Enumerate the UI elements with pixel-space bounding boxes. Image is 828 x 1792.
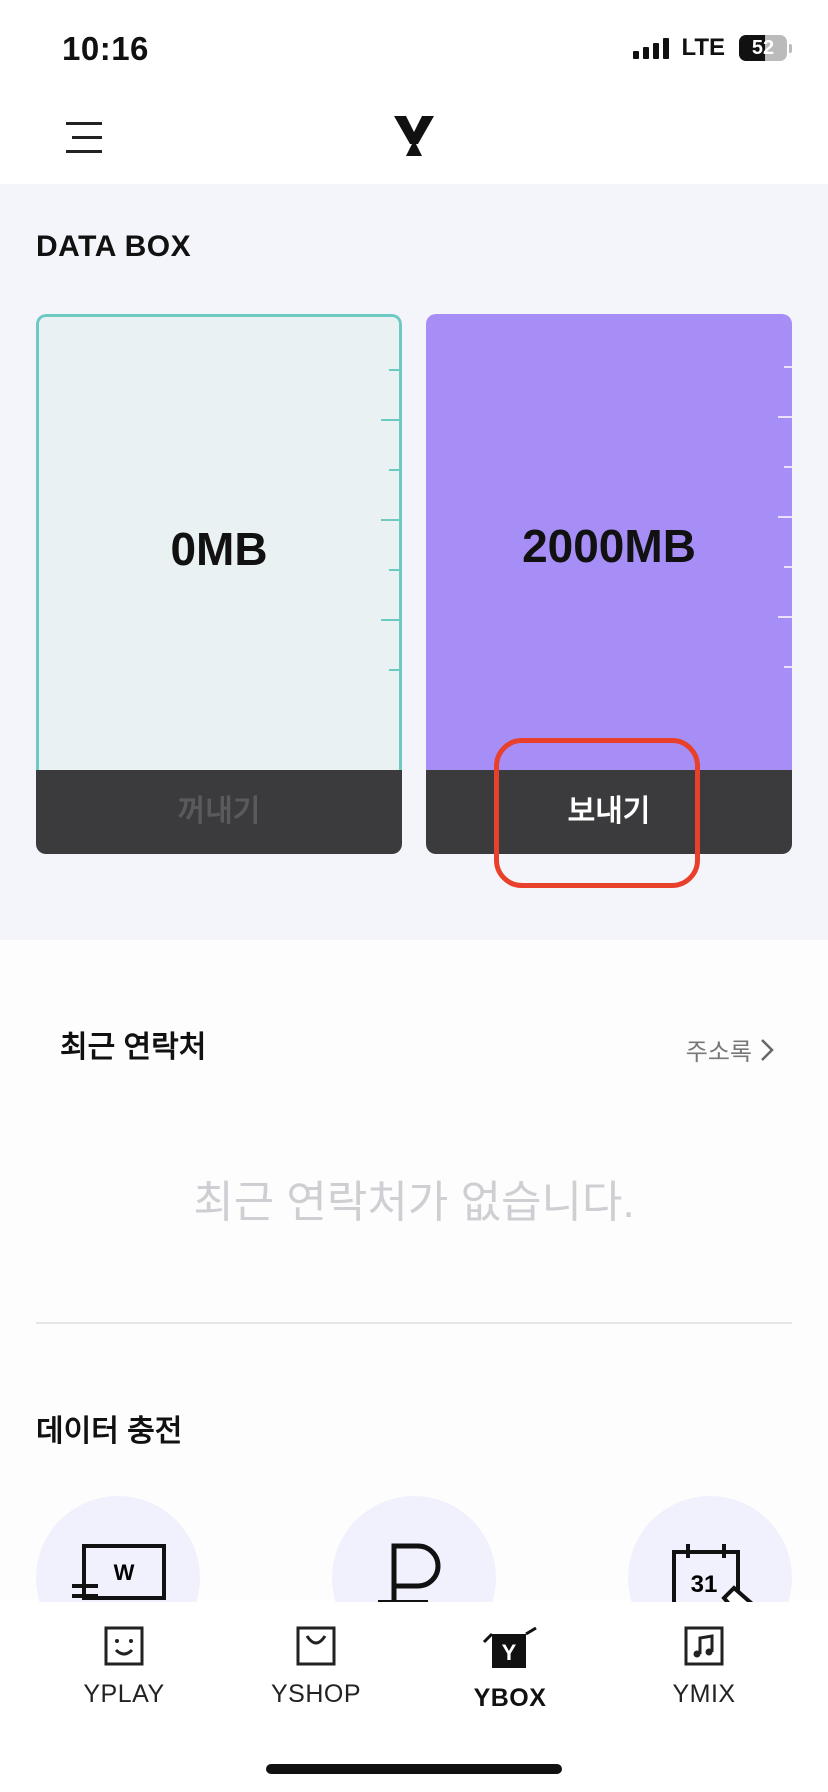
- calendar-glyph: 31: [691, 1571, 718, 1598]
- contacts-section: 최근 연락처 주소록 최근 연락처가 없습니다. 데이터 충전 W 31: [0, 940, 828, 1660]
- tab-ymix[interactable]: YMIX: [624, 1626, 784, 1709]
- y-logo-icon[interactable]: [392, 114, 436, 158]
- w-card-glyph: W: [114, 1560, 135, 1585]
- box-icon: Y: [482, 1626, 537, 1668]
- section-divider: [36, 1322, 792, 1324]
- data-withdraw-card: 0MB 꺼내기: [36, 314, 402, 854]
- tab-ymix-label: YMIX: [672, 1680, 736, 1708]
- data-box-section: DATA BOX 0MB 꺼내기 2000MB 보내기: [0, 184, 828, 940]
- tab-yshop[interactable]: YSHOP: [236, 1626, 396, 1709]
- status-indicators: LTE 52: [633, 34, 792, 62]
- battery-level: 52: [751, 37, 775, 59]
- battery-icon: 52: [739, 35, 787, 61]
- data-box-gauge: 0MB: [36, 314, 402, 770]
- gauge-ticks: [772, 366, 792, 726]
- smile-icon: [104, 1626, 144, 1666]
- tab-yplay[interactable]: YPLAY: [44, 1626, 204, 1709]
- my-data-gauge: 2000MB: [426, 314, 792, 770]
- available-data-amount: 2000MB: [522, 520, 696, 572]
- tab-yshop-label: YSHOP: [270, 1680, 362, 1708]
- chevron-right-icon: [761, 1038, 774, 1061]
- status-time: 10:16: [62, 30, 149, 67]
- network-type: LTE: [681, 34, 725, 61]
- shopping-bag-icon: [296, 1626, 336, 1666]
- tab-ybox-label: YBOX: [473, 1684, 547, 1712]
- address-book-link[interactable]: 주소록: [686, 1032, 774, 1067]
- tab-yplay-label: YPLAY: [83, 1680, 165, 1708]
- hamburger-menu-icon[interactable]: [62, 120, 106, 156]
- empty-contacts-message: 최근 연락처가 없습니다.: [193, 1178, 635, 1227]
- stored-data-amount: 0MB: [170, 523, 268, 575]
- status-bar: 10:16 LTE 52: [0, 0, 828, 90]
- recent-contacts-title: 최근 연락처: [60, 1031, 207, 1064]
- app-header: [0, 90, 828, 184]
- address-book-label: 주소록: [685, 1039, 752, 1066]
- data-box-title: DATA BOX: [36, 230, 192, 263]
- home-indicator: [266, 1764, 562, 1774]
- data-send-card: 2000MB 보내기: [426, 314, 792, 854]
- withdraw-button[interactable]: 꺼내기: [36, 770, 402, 854]
- send-button[interactable]: 보내기: [426, 770, 792, 854]
- data-charge-title: 데이터 충전: [36, 1415, 183, 1448]
- signal-icon: [633, 37, 670, 59]
- tab-ybox[interactable]: Y YBOX: [430, 1626, 590, 1713]
- music-note-icon: [684, 1626, 724, 1666]
- battery-cap: [789, 43, 792, 53]
- gauge-ticks: [379, 369, 399, 729]
- svg-text:Y: Y: [502, 1640, 517, 1665]
